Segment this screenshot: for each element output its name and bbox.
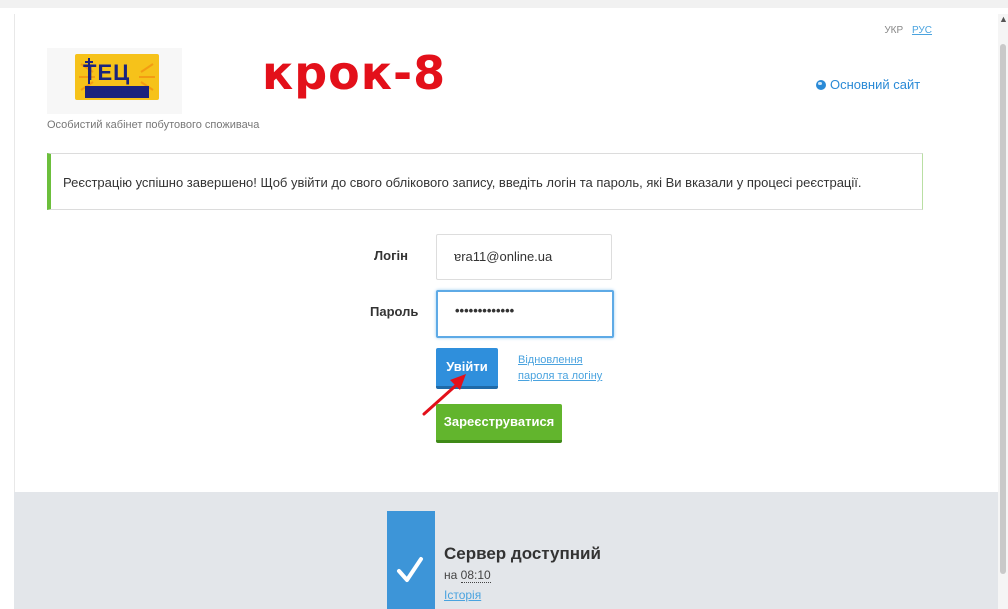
globe-icon [816, 80, 826, 90]
password-label: Пароль [370, 304, 419, 319]
language-switcher: УКР РУС [878, 25, 932, 36]
register-button[interactable]: Зареєструватися [436, 404, 562, 443]
server-time-prefix: на [444, 568, 458, 582]
lang-rus-link[interactable]: РУС [912, 25, 932, 36]
logo[interactable]: ТЕЦ ДНІПРОВСЬКА [47, 48, 182, 114]
server-time-value: 08:10 [460, 568, 491, 583]
recover-line-2: пароля та логіну [518, 370, 603, 382]
password-input[interactable]: ••••••••••••• [436, 290, 614, 338]
logo-text: ТЕЦ [83, 60, 131, 85]
main-site-label: Основний сайт [830, 77, 921, 92]
server-history-link[interactable]: Історія [444, 588, 481, 602]
login-value: ɐra11@online.ua [454, 249, 553, 264]
page-subtitle: Особистий кабінет побутового споживача [47, 119, 260, 131]
scroll-up-icon[interactable]: ▲ [999, 14, 1008, 24]
recover-link[interactable]: Відновлення пароля та логіну [518, 352, 628, 384]
lang-ukr: УКР [884, 25, 904, 36]
login-input[interactable]: ɐra11@online.ua [436, 234, 612, 280]
password-value: ••••••••••••• [455, 303, 515, 318]
logo-subtext: ДНІПРОВСЬКА [89, 89, 133, 95]
checkmark-icon [397, 557, 423, 582]
browser-top-strip [0, 0, 1008, 8]
server-status-title: Сервер доступний [444, 544, 601, 563]
alert-message: Реєстрацію успішно завершено! Щоб увійти… [63, 175, 862, 190]
server-status-time: на 08:10 [444, 568, 491, 583]
scrollbar-thumb[interactable] [1000, 44, 1006, 574]
login-label: Логін [374, 248, 408, 263]
step-annotation: крок-8 [262, 46, 447, 100]
success-alert: Реєстрацію успішно завершено! Щоб увійти… [47, 153, 923, 210]
scrollbar[interactable]: ▲ [998, 14, 1008, 609]
recover-line-1: Відновлення [518, 354, 583, 366]
main-site-link[interactable]: Основний сайт [816, 77, 920, 92]
